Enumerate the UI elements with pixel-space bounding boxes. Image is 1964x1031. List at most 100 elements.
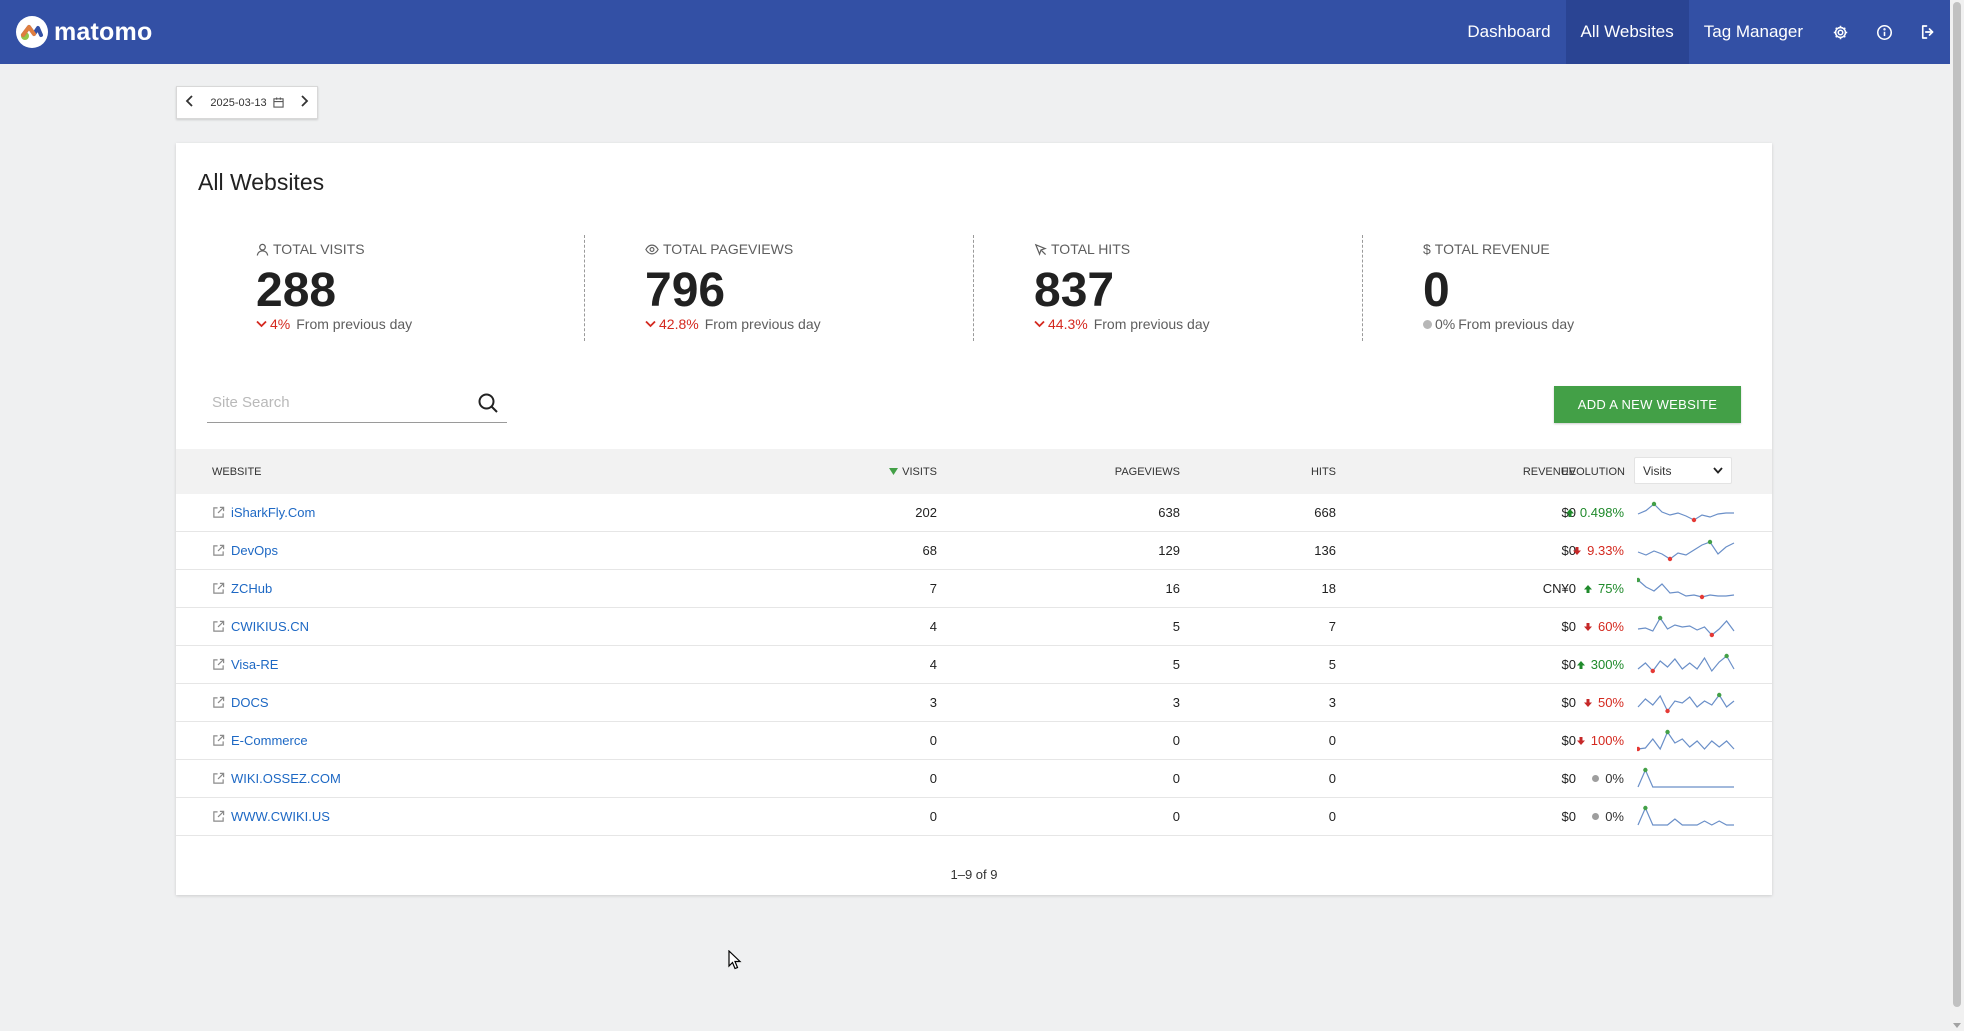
- period-selector[interactable]: 2025-03-13: [210, 97, 284, 109]
- add-new-website-button[interactable]: ADD A NEW WEBSITE: [1554, 386, 1741, 423]
- external-link-icon[interactable]: [212, 582, 225, 595]
- website-link[interactable]: WWW.CWIKI.US: [212, 809, 330, 824]
- website-link[interactable]: WIKI.OSSEZ.COM: [212, 771, 341, 786]
- logout-icon[interactable]: [1906, 0, 1950, 64]
- website-name[interactable]: DOCS: [231, 695, 269, 710]
- previous-period-icon[interactable]: [185, 95, 195, 110]
- evolution-cell: 0%: [1476, 798, 1624, 835]
- col-website[interactable]: WEBSITE: [212, 449, 262, 494]
- external-link-icon[interactable]: [212, 696, 225, 709]
- external-link-icon[interactable]: [212, 772, 225, 785]
- evolution-value: 100%: [1590, 733, 1624, 748]
- table-row[interactable]: iSharkFly.Com202638668$00.498%: [176, 494, 1772, 532]
- external-link-icon[interactable]: [212, 544, 225, 557]
- kpi-trend: 44.3% From previous day: [1034, 316, 1210, 332]
- col-visits[interactable]: VISITS: [716, 449, 937, 494]
- visits-cell: 68: [922, 543, 937, 558]
- evolution-value: 9.33%: [1587, 543, 1624, 558]
- kpi-label-wrap: $ TOTAL REVENUE: [1423, 241, 1550, 257]
- hits-cell: 18: [1321, 581, 1336, 596]
- pageviews-cell: 5: [1172, 657, 1180, 672]
- sparkline-min-point: [1709, 632, 1715, 637]
- sparkline-line: [1637, 502, 1734, 521]
- trend-down-icon: [1576, 736, 1585, 745]
- hits-icon: [1034, 243, 1047, 256]
- col-hits[interactable]: HITS: [1176, 449, 1336, 494]
- table-body: iSharkFly.Com202638668$00.498%DevOps6812…: [176, 494, 1772, 836]
- kpi-label: TOTAL REVENUE: [1434, 241, 1550, 257]
- nav-tag-manager[interactable]: Tag Manager: [1689, 0, 1818, 64]
- website-name[interactable]: ZCHub: [231, 581, 272, 596]
- site-search-input[interactable]: [207, 383, 467, 421]
- website-name[interactable]: iSharkFly.Com: [231, 505, 315, 520]
- matomo-logo[interactable]: matomo: [16, 16, 152, 48]
- search-icon[interactable]: [477, 392, 499, 419]
- sparkline-min-point: [1699, 594, 1705, 599]
- sparkline-line: [1637, 805, 1734, 826]
- table-row[interactable]: ZCHub 7 16 18 CN¥0 75%: [176, 570, 1772, 608]
- kpi-change-label: From previous day: [296, 316, 413, 332]
- sparkline-min-point: [1665, 708, 1670, 713]
- table-row[interactable]: DOCS 3 3 3 $0 50%: [176, 684, 1772, 722]
- visits-cell: 7: [929, 581, 937, 596]
- website-name[interactable]: WIKI.OSSEZ.COM: [231, 771, 341, 786]
- sparkline-chart: [1637, 615, 1735, 637]
- website-name[interactable]: E-Commerce: [231, 733, 308, 748]
- sparkline-max-point: [1643, 805, 1648, 810]
- website-link[interactable]: ZCHub: [212, 581, 272, 596]
- website-name[interactable]: Visa-RE: [231, 657, 278, 672]
- table-row[interactable]: WIKI.OSSEZ.COM 0 0 0 $0 0%: [176, 760, 1772, 798]
- website-link[interactable]: Visa-RE: [212, 657, 278, 672]
- table-row[interactable]: DevOps 68 129 136 $0 9.33%: [176, 532, 1772, 570]
- external-link-icon[interactable]: [212, 734, 225, 747]
- website-name[interactable]: DevOps: [231, 543, 278, 558]
- external-link-icon[interactable]: [212, 658, 225, 671]
- neutral-dot-icon: [1592, 813, 1600, 820]
- evolution-metric-select[interactable]: Visits: [1634, 457, 1732, 484]
- trend-down-icon: [645, 320, 656, 328]
- scrollbar-thumb[interactable]: [1953, 2, 1961, 1007]
- website-link[interactable]: iSharkFly.Com: [212, 505, 315, 520]
- website-cell: WWW.CWIKI.US: [212, 798, 330, 835]
- website-name[interactable]: CWIKIUS.CN: [231, 619, 309, 634]
- table-row[interactable]: WWW.CWIKI.US 0 0 0 $0 0%: [176, 798, 1772, 836]
- sparkline-cell: [1637, 646, 1737, 683]
- top-bar: matomo Dashboard All Websites Tag Manage…: [0, 0, 1950, 64]
- nav-dashboard[interactable]: Dashboard: [1452, 0, 1565, 64]
- scroll-down-arrow-icon[interactable]: [1953, 1023, 1961, 1028]
- external-link-icon[interactable]: [212, 810, 225, 823]
- all-websites-card: All Websites TOTAL VISITS 288 4% From pr…: [176, 143, 1772, 895]
- info-icon[interactable]: [1862, 0, 1906, 64]
- kpi-change-label: From previous day: [1093, 316, 1210, 332]
- sparkline-chart: [1637, 767, 1734, 788]
- logo-text: matomo: [54, 17, 153, 46]
- external-link-icon[interactable]: [212, 620, 225, 633]
- date-picker: 2025-03-13: [176, 86, 318, 119]
- col-revenue[interactable]: REVENUE: [1376, 449, 1576, 494]
- visits-cell: 202: [915, 505, 937, 520]
- external-link-icon[interactable]: [212, 506, 225, 519]
- sparkline-line: [1637, 616, 1735, 636]
- dollar-icon: $: [1423, 241, 1431, 257]
- website-link[interactable]: E-Commerce: [212, 733, 308, 748]
- table-row[interactable]: E-Commerce 0 0 0 $0 100%: [176, 722, 1772, 760]
- col-pageviews[interactable]: PAGEVIEWS: [980, 449, 1180, 494]
- evolution-value: 60%: [1597, 619, 1624, 634]
- gear-icon[interactable]: [1818, 0, 1862, 64]
- next-period-icon[interactable]: [299, 95, 309, 110]
- visits-cell: 0: [929, 809, 937, 824]
- kpi-value: 288: [256, 264, 337, 317]
- page-scrollbar[interactable]: [1950, 0, 1964, 1031]
- calendar-icon: [273, 97, 284, 108]
- trend-up-icon: [1576, 660, 1585, 669]
- website-link[interactable]: DevOps: [212, 543, 278, 558]
- table-row[interactable]: Visa-RE 4 5 5 $0 300%: [176, 646, 1772, 684]
- kpi-value: 837: [1034, 264, 1115, 317]
- website-name[interactable]: WWW.CWIKI.US: [231, 809, 330, 824]
- table-row[interactable]: CWIKIUS.CN 4 5 7 $0 60%: [176, 608, 1772, 646]
- pageviews-cell: 129: [1158, 543, 1180, 558]
- nav-all-websites[interactable]: All Websites: [1565, 0, 1689, 64]
- website-link[interactable]: CWIKIUS.CN: [212, 619, 309, 634]
- pageviews-cell: 0: [1172, 733, 1180, 748]
- website-link[interactable]: DOCS: [212, 695, 269, 710]
